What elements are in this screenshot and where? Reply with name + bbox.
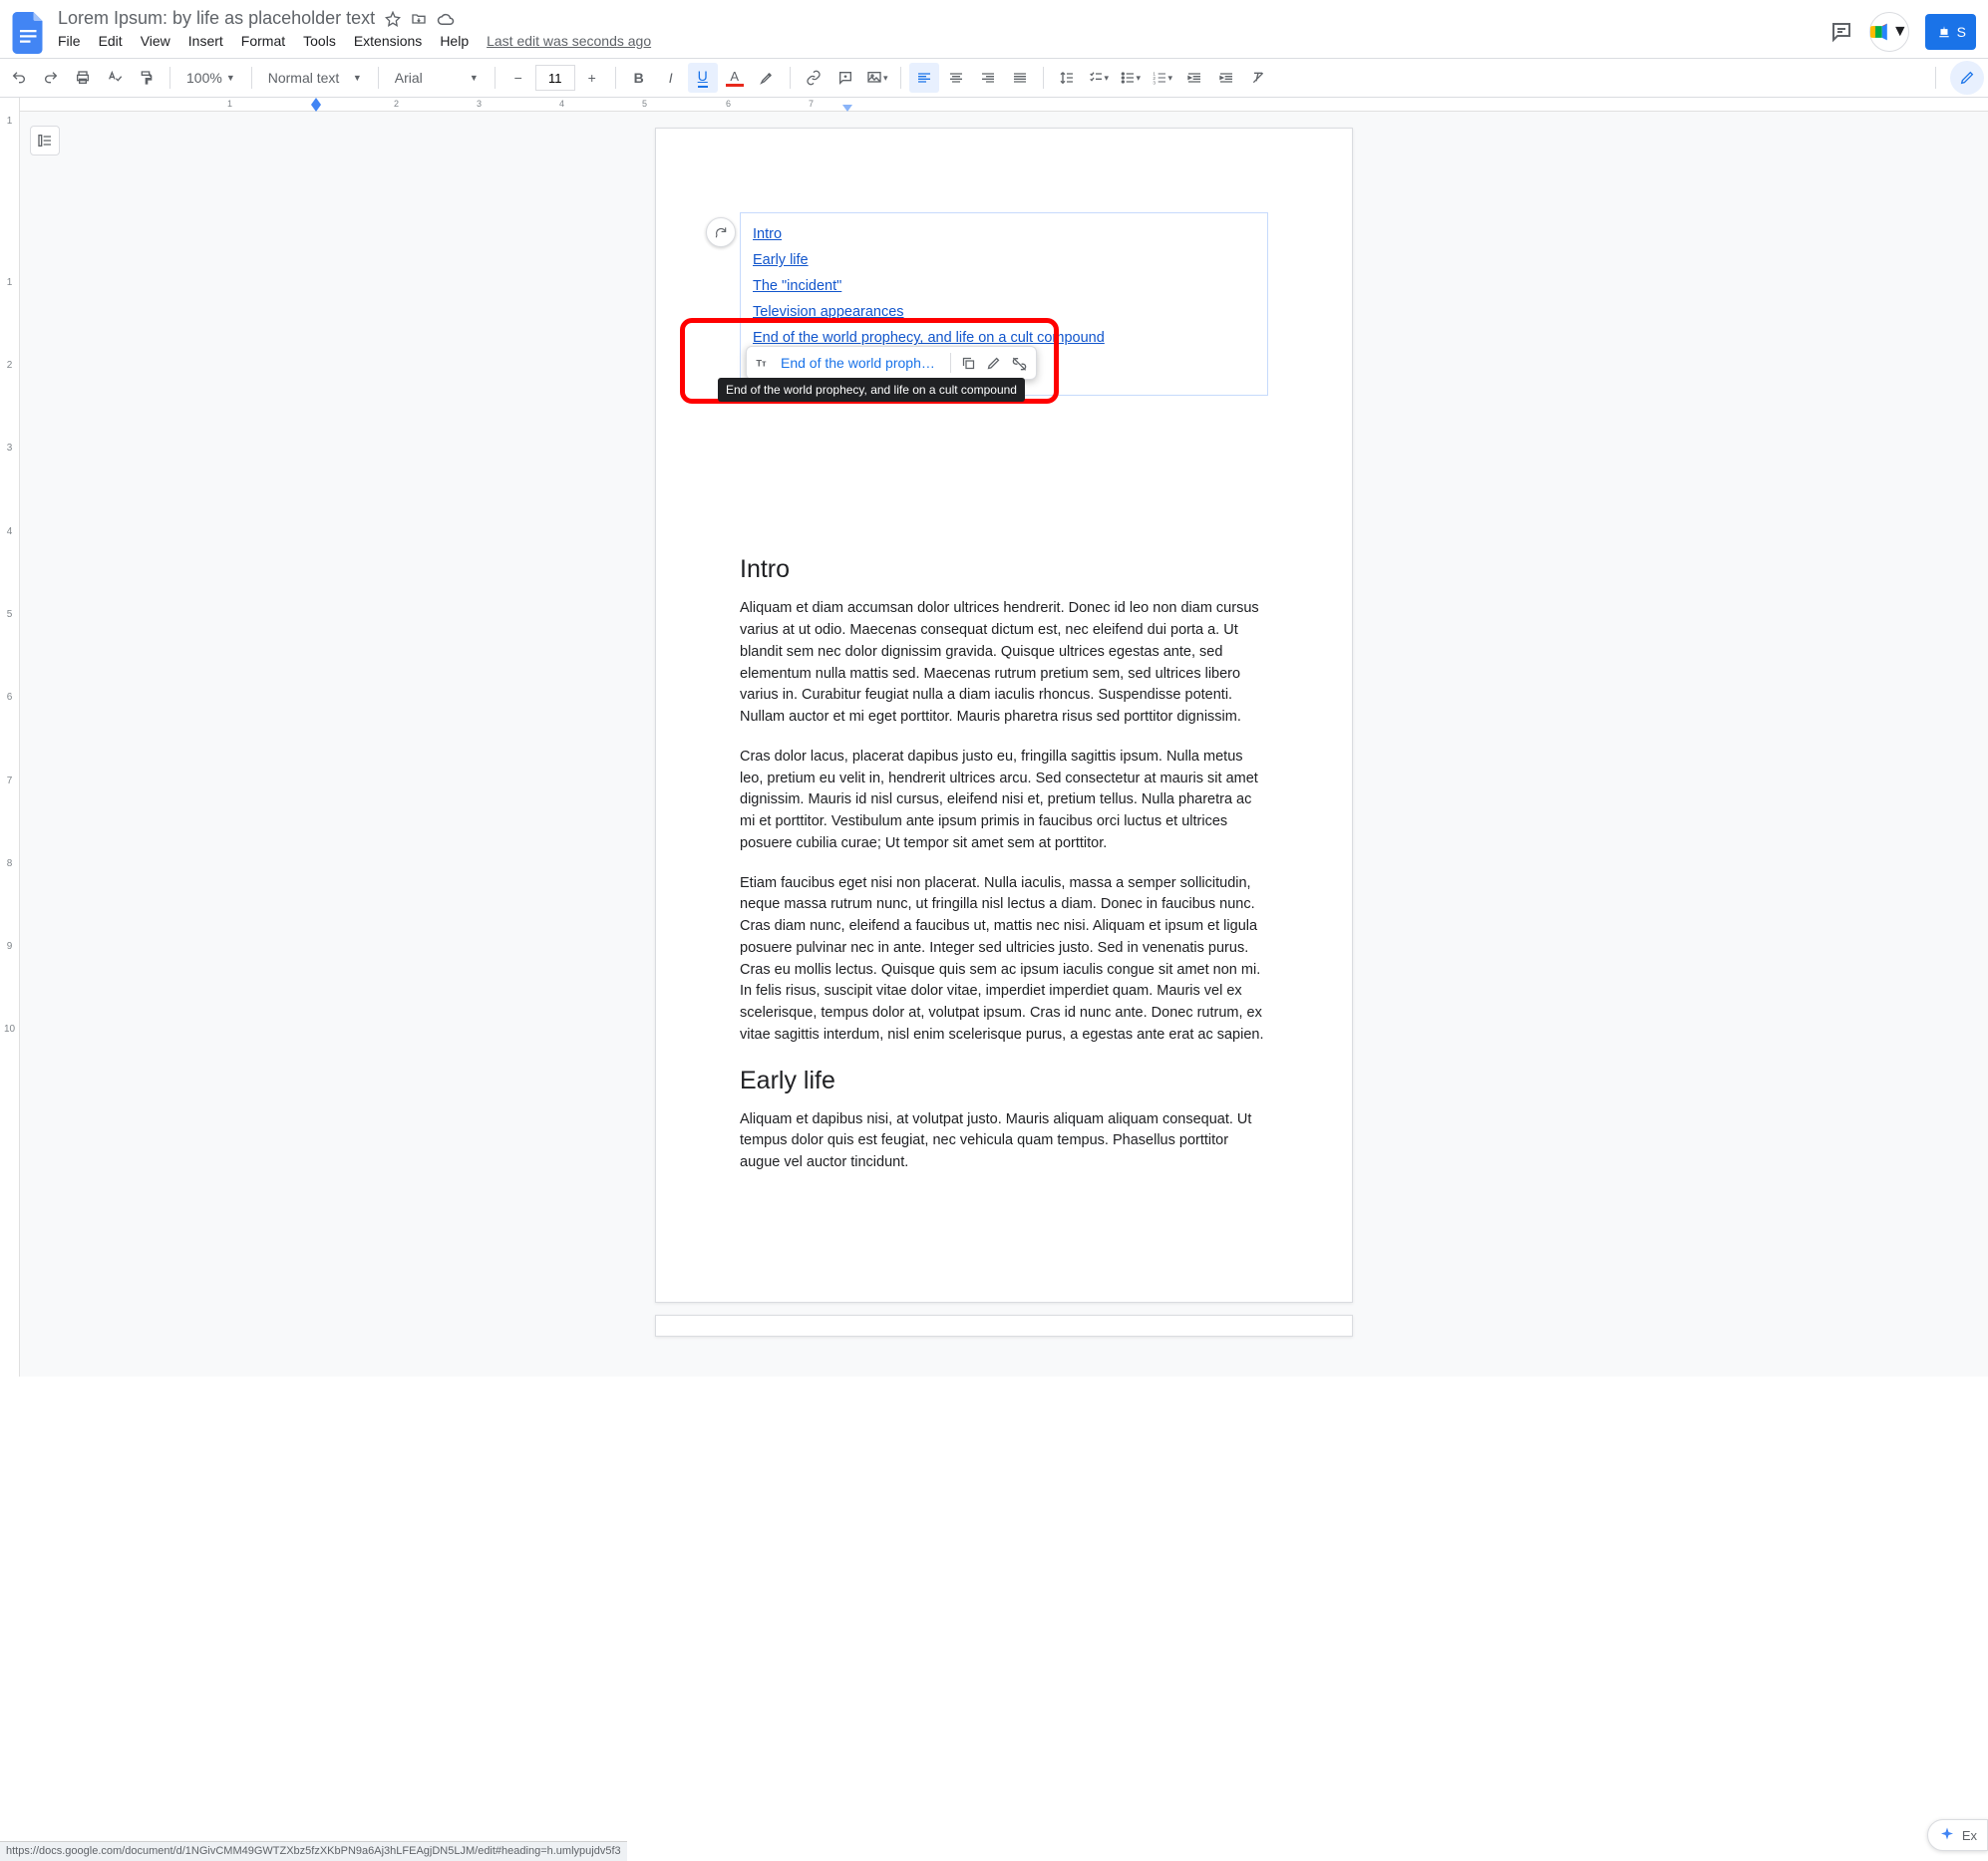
workspace: 1 2 3 4 5 6 7 1 1 2 3 4 5 6 7 8 9 10 [0, 98, 1988, 1377]
link-preview-title[interactable]: End of the world prophec... [781, 355, 940, 371]
paragraph: Etiam faucibus eget nisi non placerat. N… [740, 873, 1268, 1047]
toc-link-incident[interactable]: The "incident" [753, 273, 1255, 299]
redo-button[interactable] [36, 63, 66, 93]
menu-format[interactable]: Format [241, 33, 285, 49]
decrease-indent-button[interactable] [1179, 63, 1209, 93]
bulleted-list-button[interactable]: ▾ [1116, 63, 1146, 93]
paragraph: Aliquam et dapibus nisi, at volutpat jus… [740, 1109, 1268, 1174]
menu-tools[interactable]: Tools [303, 33, 336, 49]
font-dropdown[interactable]: Arial▼ [387, 63, 487, 93]
bold-button[interactable]: B [624, 63, 654, 93]
align-left-button[interactable] [909, 63, 939, 93]
italic-button[interactable]: I [656, 63, 686, 93]
svg-text:Tᴛ: Tᴛ [756, 358, 767, 368]
remove-link-icon[interactable] [1011, 356, 1028, 371]
move-icon[interactable] [411, 11, 427, 27]
menu-extensions[interactable]: Extensions [354, 33, 422, 49]
text-color-button[interactable]: A [720, 63, 750, 93]
svg-text:3: 3 [1154, 81, 1157, 86]
edit-link-icon[interactable] [986, 356, 1001, 371]
align-center-button[interactable] [941, 63, 971, 93]
highlight-color-button[interactable] [752, 63, 782, 93]
meet-button[interactable]: ▼ [1869, 12, 1909, 52]
heading-chip-icon: Tᴛ [755, 356, 771, 370]
menu-bar: File Edit View Insert Format Tools Exten… [58, 33, 1829, 49]
cloud-status-icon[interactable] [437, 12, 455, 26]
insert-link-button[interactable] [799, 63, 828, 93]
paragraph: Cras dolor lacus, placerat dapibus justo… [740, 747, 1268, 855]
show-outline-button[interactable] [30, 126, 60, 155]
paint-format-button[interactable] [132, 63, 162, 93]
paragraph: Aliquam et diam accumsan dolor ultrices … [740, 598, 1268, 729]
insert-comment-button[interactable] [830, 63, 860, 93]
font-size-decrease[interactable]: − [503, 63, 533, 93]
document-page[interactable]: Intro Early life The "incident" Televisi… [655, 128, 1353, 1303]
numbered-list-button[interactable]: 123▾ [1148, 63, 1177, 93]
title-bar: Lorem Ipsum: by life as placeholder text… [0, 0, 1988, 58]
heading-early-life: Early life [740, 1067, 1268, 1095]
menu-insert[interactable]: Insert [188, 33, 223, 49]
underline-button[interactable]: U [688, 63, 718, 93]
insert-image-button[interactable]: ▾ [862, 63, 892, 93]
font-size-increase[interactable]: + [577, 63, 607, 93]
document-page-next[interactable] [655, 1315, 1353, 1337]
share-label: S [1957, 24, 1966, 40]
styles-dropdown[interactable]: Normal text▼ [260, 63, 370, 93]
checklist-button[interactable]: ▾ [1084, 63, 1114, 93]
explore-label: Ex [1962, 1828, 1977, 1843]
menu-edit[interactable]: Edit [99, 33, 123, 49]
heading-intro: Intro [740, 555, 1268, 584]
comment-history-icon[interactable] [1829, 20, 1853, 44]
print-button[interactable] [68, 63, 98, 93]
align-right-button[interactable] [973, 63, 1003, 93]
menu-file[interactable]: File [58, 33, 81, 49]
align-justify-button[interactable] [1005, 63, 1035, 93]
increase-indent-button[interactable] [1211, 63, 1241, 93]
copy-link-icon[interactable] [961, 356, 976, 371]
spellcheck-button[interactable] [100, 63, 130, 93]
link-preview-popup: Tᴛ End of the world prophec... [746, 346, 1037, 380]
status-bar-url: https://docs.google.com/document/d/1NGiv… [0, 1841, 627, 1861]
star-icon[interactable] [385, 11, 401, 27]
docs-logo-icon[interactable] [10, 8, 48, 58]
editing-mode-button[interactable] [1950, 61, 1984, 95]
line-spacing-button[interactable] [1052, 63, 1082, 93]
horizontal-ruler[interactable]: 1 2 3 4 5 6 7 [0, 98, 1988, 112]
last-edit-link[interactable]: Last edit was seconds ago [487, 33, 651, 49]
toolbar: 100%▼ Normal text▼ Arial▼ − + B I U A ▾ … [0, 58, 1988, 98]
vertical-ruler[interactable]: 1 1 2 3 4 5 6 7 8 9 10 [0, 98, 20, 1377]
menu-view[interactable]: View [141, 33, 170, 49]
share-button[interactable]: S [1925, 14, 1976, 50]
menu-help[interactable]: Help [440, 33, 469, 49]
toc-link-early-life[interactable]: Early life [753, 247, 1255, 273]
toc-link-intro[interactable]: Intro [753, 221, 1255, 247]
undo-button[interactable] [4, 63, 34, 93]
zoom-dropdown[interactable]: 100%▼ [178, 63, 243, 93]
link-tooltip: End of the world prophecy, and life on a… [718, 378, 1025, 402]
font-size-input[interactable] [535, 65, 575, 91]
document-title[interactable]: Lorem Ipsum: by life as placeholder text [58, 8, 375, 29]
explore-button[interactable]: Ex [1927, 1819, 1988, 1851]
clear-formatting-button[interactable] [1243, 63, 1273, 93]
toc-refresh-button[interactable] [706, 217, 736, 247]
